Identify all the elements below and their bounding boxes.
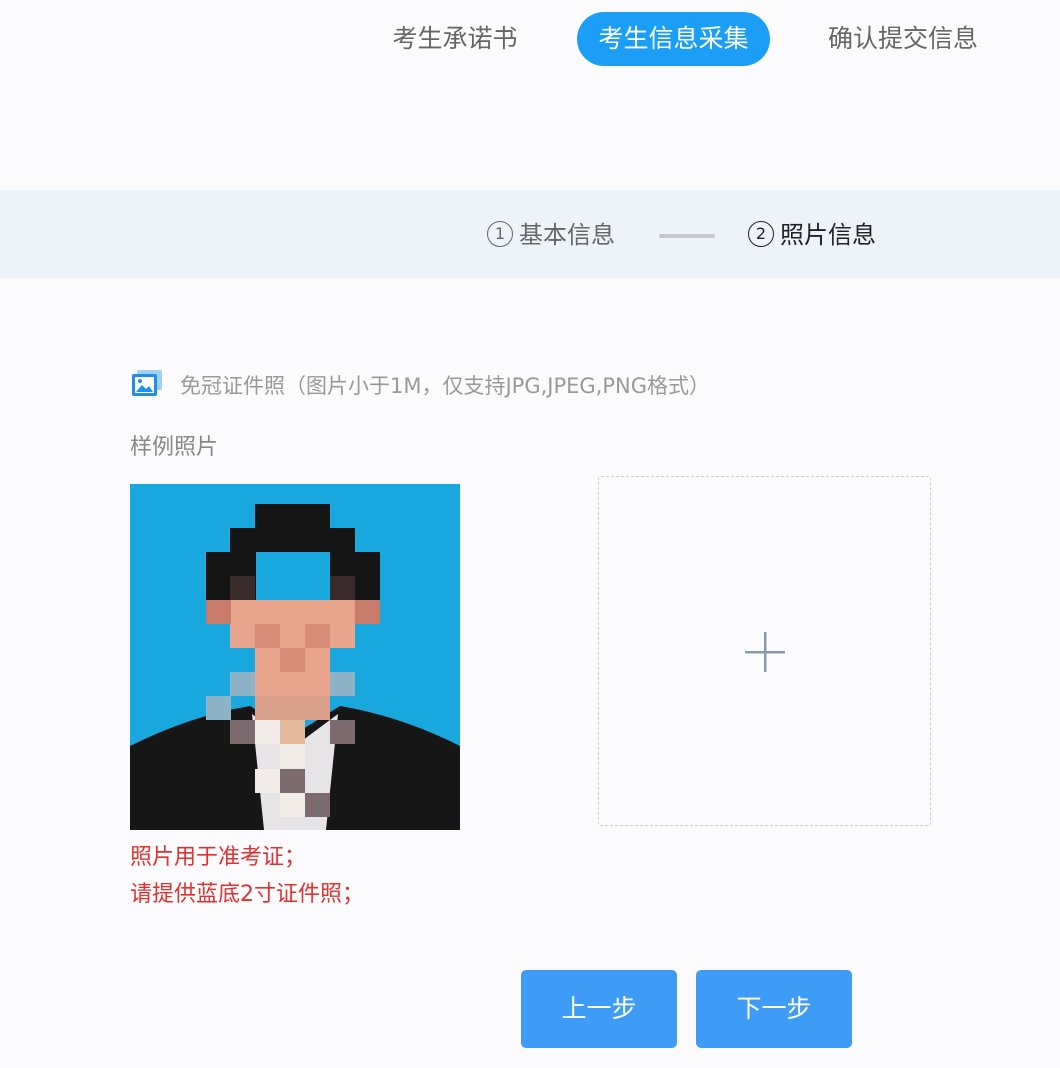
photo-note: 照片用于准考证；	[130, 845, 307, 870]
plus-icon[interactable]	[743, 630, 787, 674]
photo-upload-box[interactable]	[598, 476, 931, 826]
step-connector	[659, 234, 715, 238]
sample-photo	[130, 484, 460, 830]
next-step-button[interactable]: 下一步	[696, 970, 852, 1048]
step-photo-info[interactable]: 2 照片信息	[748, 218, 876, 252]
prev-step-button[interactable]: 上一步	[521, 970, 677, 1048]
photo-info-page: 考生承诺书 考生信息采集 确认提交信息 1 基本信息 2 照片信息 免冠证件照（图片…	[0, 0, 1060, 1068]
step-number: 1	[487, 221, 513, 247]
step-basic-info[interactable]: 1 基本信息	[487, 218, 615, 252]
step-number: 2	[748, 221, 774, 247]
sample-photo-label: 样例照片	[130, 435, 219, 460]
photo-requirements: 免冠证件照（图片小于1M，仅支持JPG,JPEG,PNG格式）	[180, 374, 711, 398]
tab-commitment[interactable]: 考生承诺书	[380, 12, 530, 66]
tab-info-collection[interactable]: 考生信息采集	[577, 12, 770, 66]
step-label: 照片信息	[780, 221, 876, 249]
photo-note: 请提供蓝底2寸证件照；	[130, 882, 364, 907]
step-indicator: 1 基本信息 2 照片信息	[0, 190, 1060, 278]
step-label: 基本信息	[519, 221, 615, 249]
image-icon	[131, 369, 163, 397]
tab-confirm-submit[interactable]: 确认提交信息	[810, 12, 996, 66]
